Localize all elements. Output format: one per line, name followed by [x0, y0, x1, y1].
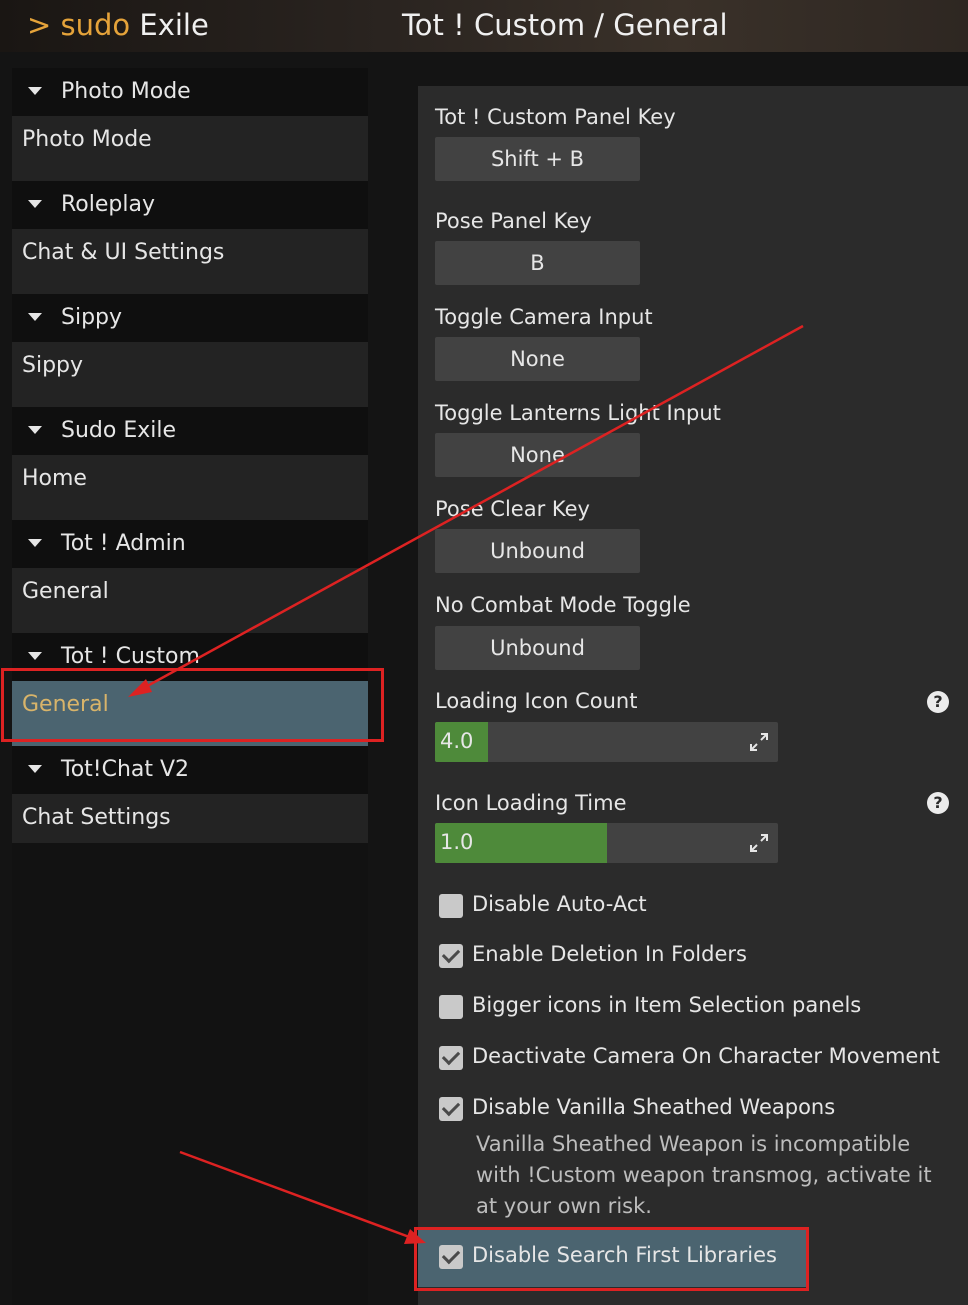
app-name: Exile	[139, 8, 209, 42]
keybind-button[interactable]: Unbound	[435, 529, 640, 573]
sidebar-group-photo-mode: Photo Mode Photo Mode	[12, 68, 368, 181]
sidebar-item-label: General	[22, 579, 109, 604]
checkbox[interactable]	[439, 1046, 463, 1070]
caret-down-icon	[28, 200, 42, 208]
sidebar-item-label: Home	[22, 466, 87, 491]
sidebar-item-label: Sippy	[22, 353, 84, 378]
field-label: No Combat Mode Toggle	[435, 593, 691, 617]
checkbox[interactable]	[439, 894, 463, 918]
group-label: Sudo Exile	[61, 418, 177, 443]
slider-label: Icon Loading Time	[435, 791, 627, 815]
app-title: > sudo Exile	[27, 8, 209, 42]
group-header[interactable]: Photo Mode	[12, 68, 368, 116]
checkbox-label: Bigger icons in Item Selection panels	[472, 993, 862, 1017]
group-label: Tot ! Custom	[61, 644, 200, 669]
expand-icon[interactable]	[748, 731, 770, 753]
sidebar-item[interactable]: Home	[12, 455, 368, 520]
loading-icon-count-slider[interactable]: 4.0	[435, 722, 778, 762]
keybind-button[interactable]: Shift + B	[435, 137, 640, 181]
group-header[interactable]: Sudo Exile	[12, 407, 368, 455]
checkbox-label: Enable Deletion In Folders	[472, 942, 747, 966]
keybind-button[interactable]: None	[435, 337, 640, 381]
sidebar-item-label: General	[22, 692, 109, 717]
group-header[interactable]: Roleplay	[12, 181, 368, 229]
checkbox[interactable]	[439, 995, 463, 1019]
sidebar-group-tot-custom: Tot ! Custom General	[12, 633, 368, 746]
group-header[interactable]: Tot ! Admin	[12, 520, 368, 568]
sidebar-empty-area	[12, 843, 368, 1305]
sidebar-item[interactable]: Photo Mode	[12, 116, 368, 181]
caret-down-icon	[28, 87, 42, 95]
caret-down-icon	[28, 765, 42, 773]
sidebar-item-label: Photo Mode	[22, 127, 152, 152]
caret-down-icon	[28, 652, 42, 660]
icon-loading-time-slider[interactable]: 1.0	[435, 823, 778, 863]
caret-down-icon	[28, 426, 42, 434]
sidebar-item[interactable]: Chat & UI Settings	[12, 229, 368, 294]
group-label: Photo Mode	[61, 79, 191, 104]
field-label: Tot ! Custom Panel Key	[435, 105, 676, 129]
group-header[interactable]: Tot!Chat V2	[12, 746, 368, 794]
checkbox[interactable]	[439, 1245, 463, 1269]
help-icon[interactable]: ?	[927, 691, 949, 713]
keybind-button[interactable]: B	[435, 241, 640, 285]
sidebar-item[interactable]: Sippy	[12, 342, 368, 407]
settings-panel: Tot ! Custom Panel Key Shift + B Pose Pa…	[418, 86, 968, 1305]
checkbox[interactable]	[439, 944, 463, 968]
slider-value: 4.0	[440, 729, 474, 753]
expand-icon[interactable]	[748, 832, 770, 854]
checkbox-label: Deactivate Camera On Character Movement	[472, 1044, 940, 1068]
app-name-accent: sudo	[60, 8, 131, 42]
sidebar-item-selected[interactable]: General	[12, 681, 368, 746]
sidebar-group-sudo-exile: Sudo Exile Home	[12, 407, 368, 520]
caret-down-icon	[28, 539, 42, 547]
sidebar: Photo Mode Photo Mode Roleplay Chat & UI…	[12, 68, 368, 859]
field-label: Pose Clear Key	[435, 497, 590, 521]
group-label: Tot ! Admin	[61, 531, 186, 556]
group-label: Roleplay	[61, 192, 155, 217]
keybind-button[interactable]: Unbound	[435, 626, 640, 670]
sidebar-item[interactable]: General	[12, 568, 368, 633]
checkbox-label: Disable Vanilla Sheathed Weapons	[472, 1095, 836, 1119]
checkbox-label: Disable Auto-Act	[472, 892, 647, 916]
group-header[interactable]: Sippy	[12, 294, 368, 342]
field-label: Toggle Lanterns Light Input	[435, 401, 721, 425]
checkbox[interactable]	[439, 1097, 463, 1121]
app-prefix: >	[27, 8, 52, 42]
sidebar-item-label: Chat Settings	[22, 805, 171, 830]
field-label: Pose Panel Key	[435, 209, 592, 233]
sidebar-group-sippy: Sippy Sippy	[12, 294, 368, 407]
sidebar-item-label: Chat & UI Settings	[22, 240, 225, 265]
group-label: Sippy	[61, 305, 123, 330]
checkbox-label: Disable Search First Libraries	[472, 1243, 777, 1267]
group-header[interactable]: Tot ! Custom	[12, 633, 368, 681]
help-icon[interactable]: ?	[927, 792, 949, 814]
group-label: Tot!Chat V2	[61, 757, 190, 782]
slider-label: Loading Icon Count	[435, 689, 638, 713]
slider-value: 1.0	[440, 830, 474, 854]
caret-down-icon	[28, 313, 42, 321]
title-bar: > sudo Exile Tot ! Custom / General	[0, 0, 968, 52]
keybind-button[interactable]: None	[435, 433, 640, 477]
sidebar-group-tot-admin: Tot ! Admin General	[12, 520, 368, 633]
field-label: Toggle Camera Input	[435, 305, 653, 329]
sidebar-group-roleplay: Roleplay Chat & UI Settings	[12, 181, 368, 294]
page-title: Tot ! Custom / General	[402, 8, 728, 42]
vanilla-sheathed-description: Vanilla Sheathed Weapon is incompatible …	[476, 1132, 932, 1218]
